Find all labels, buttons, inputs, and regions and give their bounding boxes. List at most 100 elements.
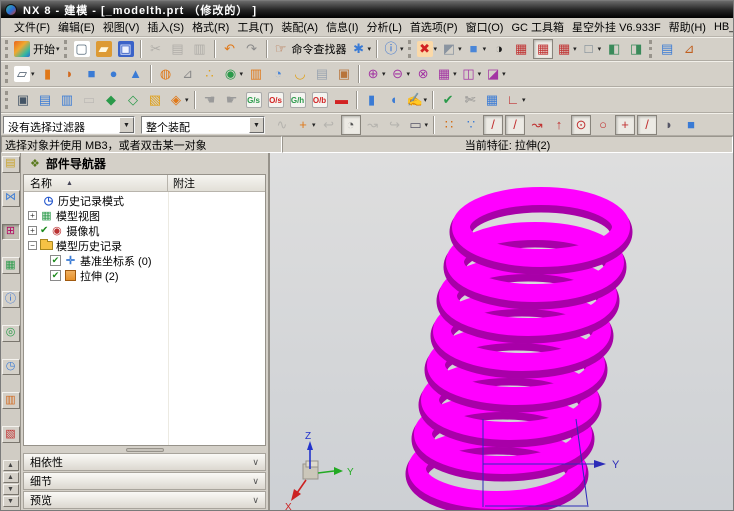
history-icon[interactable]: ◷ xyxy=(2,359,20,376)
cone-icon[interactable]: ▲ xyxy=(126,64,146,84)
extrude-icon[interactable]: ▮ xyxy=(38,64,58,84)
new-file-icon[interactable]: ▢ xyxy=(72,39,92,59)
datum-plane-icon[interactable]: ⊿ xyxy=(178,64,198,84)
shell-icon[interactable]: ▣ xyxy=(334,64,354,84)
help-info-icon[interactable]: ⓘ▾ xyxy=(382,39,405,59)
start-button[interactable]: 开始▾ xyxy=(13,39,61,59)
wcs-dynamics-icon[interactable]: ⊿ xyxy=(679,39,699,59)
control-point-icon[interactable]: ↑ xyxy=(549,115,569,135)
chevron-down-icon[interactable]: ▼ xyxy=(249,117,264,133)
column-note[interactable]: 附注 xyxy=(168,175,265,191)
viewport-canvas[interactable]: Y Z Y X xyxy=(270,153,733,510)
menu-assemblies[interactable]: 装配(A) xyxy=(277,18,322,36)
display-gs-icon[interactable]: G/s xyxy=(244,90,264,110)
chevron-down-icon[interactable]: ∨ xyxy=(252,495,259,506)
copy-icon[interactable]: ▤ xyxy=(168,39,188,59)
toolbar-grip[interactable] xyxy=(5,40,8,58)
save-icon[interactable]: ▣ xyxy=(116,39,136,59)
checkbox-checked-icon[interactable]: ✔ xyxy=(50,270,61,281)
info-table-icon[interactable]: ▦ xyxy=(482,90,502,110)
dome-icon[interactable]: ◔ xyxy=(268,64,288,84)
tag-icon[interactable]: ▭ xyxy=(79,90,99,110)
tree-row-cameras[interactable]: + ✔ ◉ 摄像机 xyxy=(24,223,265,238)
stop-at-icon[interactable]: ↪ xyxy=(385,115,405,135)
capsule-icon[interactable]: ◖ xyxy=(384,90,404,110)
tree-row-datum-csys[interactable]: ✔ ✛ 基准坐标系 (0) xyxy=(24,253,265,268)
cut-icon[interactable]: ✂ xyxy=(146,39,166,59)
column-name[interactable]: 名称 ▲ xyxy=(24,175,168,191)
menu-tools[interactable]: 工具(T) xyxy=(233,18,277,36)
point-set-icon[interactable]: ∴ xyxy=(200,64,220,84)
general-selection-icon[interactable]: ∿ xyxy=(272,115,292,135)
chevron-down-icon[interactable]: ∨ xyxy=(252,476,259,487)
reuse-library-icon[interactable]: ▦ xyxy=(2,257,20,274)
resource-scroll-up2-icon[interactable]: ▲ xyxy=(3,472,19,483)
panel-splitter[interactable] xyxy=(21,446,268,453)
graphics-viewport[interactable]: Y Z Y X xyxy=(270,153,733,510)
section-view-icon[interactable]: ▦ xyxy=(511,39,531,59)
measure-body-icon[interactable]: ▮ xyxy=(362,90,382,110)
display-ob-icon[interactable]: O/b xyxy=(310,90,330,110)
menu-format[interactable]: 格式(R) xyxy=(188,18,233,36)
markup-icon[interactable]: ✍▾ xyxy=(406,90,429,110)
web-browser-icon[interactable]: ◎ xyxy=(2,325,20,342)
menu-analysis[interactable]: 分析(L) xyxy=(362,18,405,36)
layer-stack-icon[interactable]: ▤ xyxy=(657,39,677,59)
resize-face-icon[interactable]: ◈▾ xyxy=(167,90,190,110)
sphere-icon[interactable]: ◍ xyxy=(156,64,176,84)
layer-settings-icon[interactable]: ▤ xyxy=(35,90,55,110)
toolbar-grip[interactable] xyxy=(649,40,652,58)
selection-filter-dropdown[interactable]: 没有选择过滤器 ▼ xyxy=(3,116,135,134)
zoom-view-icon[interactable]: ◨ xyxy=(626,39,646,59)
curve-rule-icon[interactable]: ↝ xyxy=(363,115,383,135)
two-point-icon[interactable]: ∵ xyxy=(461,115,481,135)
trim-body-icon[interactable]: ◪▾ xyxy=(484,64,507,84)
preview-panel[interactable]: 预览 ∨ xyxy=(23,491,266,509)
mirror-feature-icon[interactable]: ◫▾ xyxy=(460,64,483,84)
sheet-body-icon[interactable]: ▤ xyxy=(312,64,332,84)
assembly-navigator-icon[interactable]: ▤ xyxy=(2,156,20,173)
constraint-navigator-icon[interactable]: ⋈ xyxy=(2,190,20,207)
collapse-icon[interactable]: − xyxy=(28,241,37,250)
cylinder-icon[interactable]: ● xyxy=(104,64,124,84)
display-gh-icon[interactable]: G/h xyxy=(288,90,308,110)
point-on-curve-icon[interactable]: ↝ xyxy=(527,115,547,135)
glove-right-icon[interactable]: ☛ xyxy=(222,90,242,110)
toolbar-grip[interactable] xyxy=(64,40,67,58)
menu-view[interactable]: 视图(V) xyxy=(99,18,144,36)
toolbar-grip[interactable] xyxy=(5,91,8,109)
expand-icon[interactable]: + xyxy=(28,211,37,220)
move-face-icon[interactable]: ◆ xyxy=(101,90,121,110)
details-panel[interactable]: 细节 ∨ xyxy=(23,472,266,490)
block-icon[interactable]: ■ xyxy=(82,64,102,84)
edit-section-icon[interactable]: ▦▾ xyxy=(555,39,578,59)
point-on-line-icon[interactable]: / xyxy=(637,115,657,135)
menu-edit[interactable]: 编辑(E) xyxy=(54,18,99,36)
glove-left-icon[interactable]: ☚ xyxy=(200,90,220,110)
intersect-icon[interactable]: ⊗ xyxy=(413,64,433,84)
tree-row-model-views[interactable]: + ▦ 模型视图 xyxy=(24,208,265,223)
shaded-view-icon[interactable]: ■▾ xyxy=(465,39,488,59)
menu-gc-toolbox[interactable]: GC 工具箱 xyxy=(507,18,568,36)
examine-geometry-icon[interactable]: ✔ xyxy=(438,90,458,110)
roles-icon[interactable]: ▧ xyxy=(2,426,20,443)
process-studio-icon[interactable]: ▥ xyxy=(2,392,20,409)
checkbox-checked-icon[interactable]: ✔ xyxy=(50,255,61,266)
dependencies-panel[interactable]: 相依性 ∨ xyxy=(23,453,266,471)
undo-icon[interactable]: ↶ xyxy=(220,39,240,59)
revolve-icon[interactable]: ◗ xyxy=(60,64,80,84)
unite-icon[interactable]: ⊕▾ xyxy=(364,64,387,84)
part-navigator-header[interactable]: ❖ 部件导航器 xyxy=(21,153,268,174)
chevron-down-icon[interactable]: ▼ xyxy=(119,117,134,133)
arc-center-icon[interactable]: ⊙ xyxy=(571,115,591,135)
end-point-icon[interactable]: / xyxy=(483,115,503,135)
menu-window[interactable]: 窗口(O) xyxy=(462,18,508,36)
toolbar-grip[interactable] xyxy=(408,40,411,58)
tangent-point-icon[interactable]: ◗ xyxy=(659,115,679,135)
customize-icon[interactable]: ✱▾ xyxy=(350,39,373,59)
title-bar[interactable]: NX 8 - 建模 - [_modelth.prt （修改的） ] xyxy=(1,1,733,18)
resource-scroll-down-icon[interactable]: ▼ xyxy=(3,484,19,495)
chevron-down-icon[interactable]: ∨ xyxy=(252,457,259,468)
selection-scope-dropdown[interactable]: 整个装配 ▼ xyxy=(141,116,265,134)
pull-face-icon[interactable]: ◇ xyxy=(123,90,143,110)
